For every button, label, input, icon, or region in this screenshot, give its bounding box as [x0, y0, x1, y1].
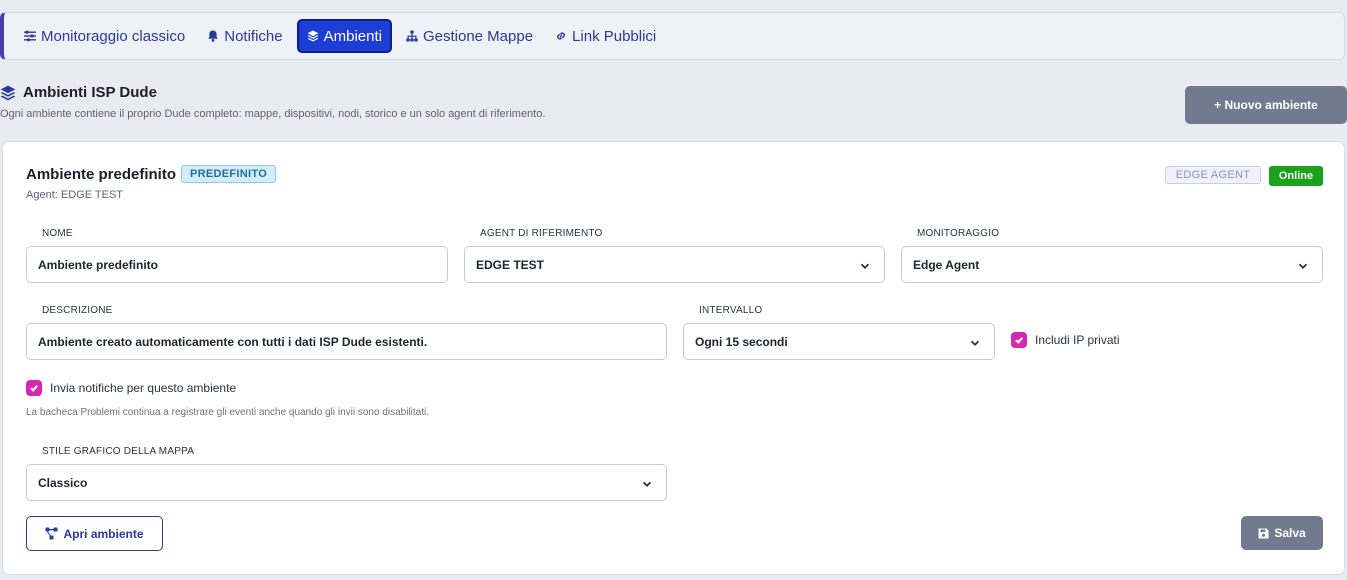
name-value: Ambiente predefinito	[38, 257, 159, 272]
environment-card: Ambiente predefinito PREDEFINITO Agent: …	[2, 141, 1345, 575]
environment-title: Ambiente predefinito PREDEFINITO	[26, 165, 277, 183]
tab-label: Notifiche	[224, 27, 283, 45]
tab-label: Link Pubblici	[572, 27, 657, 45]
chevron-down-icon	[970, 337, 980, 347]
interval-select[interactable]: Ogni 15 secondi	[683, 323, 995, 360]
tab-label: Monitoraggio classico	[41, 27, 186, 45]
check-icon	[30, 385, 39, 392]
agent-value: EDGE TEST	[476, 257, 545, 272]
environment-name: Ambiente predefinito	[26, 165, 177, 183]
sliders-icon	[24, 30, 36, 42]
status-badge: Online	[1269, 166, 1323, 186]
map-style-value: Classico	[38, 475, 88, 490]
chevron-down-icon	[642, 478, 652, 488]
layers-icon	[307, 30, 319, 42]
description-value: Ambiente creato automaticamente con tutt…	[38, 334, 428, 349]
monitoring-label: MONITORAGGIO	[917, 228, 1000, 239]
interval-label: INTERVALLO	[699, 305, 763, 316]
floppy-disk-icon	[1258, 528, 1269, 538]
open-environment-label: Apri ambiente	[63, 526, 144, 541]
tab-label: Ambienti	[323, 27, 382, 45]
private-ip-checkbox[interactable]	[1011, 332, 1027, 348]
chevron-down-icon	[860, 260, 870, 270]
link-icon	[557, 32, 565, 40]
monitoring-select[interactable]: Edge Agent	[901, 246, 1323, 283]
save-button[interactable]: Salva	[1241, 516, 1323, 550]
tab-link-pubblici[interactable]: Link Pubblici	[547, 19, 664, 53]
tab-ambienti[interactable]: Ambienti	[296, 19, 392, 53]
bell-icon	[208, 30, 219, 42]
send-notifications-label: Invia notifiche per questo ambiente	[50, 381, 237, 395]
description-input[interactable]: Ambiente creato automaticamente con tutt…	[26, 323, 667, 360]
description-label: DESCRIZIONE	[42, 305, 113, 316]
send-notifications-checkbox[interactable]	[26, 380, 42, 396]
name-label: NOME	[42, 228, 73, 239]
agent-line: Agent: EDGE TEST	[26, 189, 124, 201]
layers-icon	[0, 85, 16, 100]
tab-notifiche[interactable]: Notifiche	[199, 19, 290, 53]
diagram-icon	[45, 527, 58, 540]
map-style-label: STILE GRAFICO DELLA MAPPA	[42, 446, 195, 457]
private-ip-label: Includi IP privati	[1035, 333, 1120, 347]
page-title: Ambienti ISP Dude	[0, 84, 157, 101]
sitemap-icon	[406, 30, 418, 42]
tab-monitoraggio-classico[interactable]: Monitoraggio classico	[16, 19, 193, 53]
page-title-text: Ambienti ISP Dude	[23, 84, 157, 101]
tab-gestione-mappe[interactable]: Gestione Mappe	[398, 19, 541, 53]
tab-label: Gestione Mappe	[422, 27, 534, 45]
notifications-hint: La bacheca Problemi continua a registrar…	[26, 407, 430, 418]
check-icon	[1015, 337, 1024, 344]
save-label: Salva	[1274, 526, 1306, 540]
agent-type-badge: EDGE AGENT	[1165, 166, 1261, 184]
top-navigation: Monitoraggio classico Notifiche Ambienti…	[0, 12, 1345, 60]
map-style-select[interactable]: Classico	[26, 464, 667, 501]
open-environment-button[interactable]: Apri ambiente	[26, 516, 163, 551]
agent-label: AGENT DI RIFERIMENTO	[480, 228, 603, 239]
monitoring-value: Edge Agent	[913, 257, 980, 272]
agent-select[interactable]: EDGE TEST	[464, 246, 885, 283]
page-subtitle: Ogni ambiente contiene il proprio Dude c…	[0, 108, 546, 120]
name-input[interactable]: Ambiente predefinito	[26, 246, 448, 283]
chevron-down-icon	[1298, 260, 1308, 270]
interval-value: Ogni 15 secondi	[695, 334, 788, 349]
new-environment-button[interactable]: + Nuovo ambiente	[1185, 86, 1347, 124]
default-badge: PREDEFINITO	[181, 165, 277, 183]
